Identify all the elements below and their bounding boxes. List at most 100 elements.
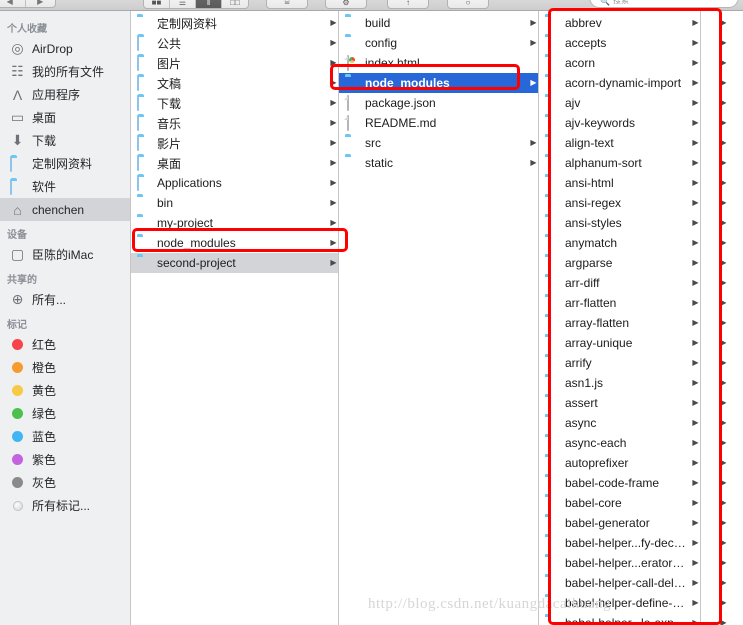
disclosure-triangle-icon[interactable]: ▶ [691,159,700,167]
file-row[interactable]: config ▶ [339,33,538,53]
forward-button[interactable]: ▶ [26,0,56,7]
disclosure-triangle-icon[interactable]: ▶ [691,239,700,247]
disclosure-triangle-icon[interactable]: ▶ [691,559,700,567]
disclosure-triangle-icon[interactable]: ▶ [329,219,338,227]
action-button[interactable]: ⚙ [325,0,367,9]
disclosure-triangle-icon[interactable]: ▶ [691,119,700,127]
sidebar[interactable]: 个人收藏 ◎ AirDrop ☷ 我的所有文件 Λ 应用程序 ▭ 桌面 ⬇ 下载 定制网资料 软件 ⌂ ch… [0,11,131,625]
file-row[interactable]: babel-code-frame ▶ [539,473,700,493]
disclosure-triangle-icon[interactable]: ▶ [691,319,700,327]
file-row[interactable]: ▶ [701,233,743,253]
disclosure-triangle-icon[interactable]: ▶ [529,19,538,27]
disclosure-triangle-icon[interactable]: ▶ [719,199,728,207]
disclosure-triangle-icon[interactable]: ▶ [719,159,728,167]
disclosure-triangle-icon[interactable]: ▶ [691,479,700,487]
file-row[interactable]: array-flatten ▶ [539,313,700,333]
file-row[interactable]: ▶ [701,93,743,113]
disclosure-triangle-icon[interactable]: ▶ [719,79,728,87]
file-row[interactable]: 文稿 ▶ [131,73,338,93]
file-row[interactable]: 音乐 ▶ [131,113,338,133]
file-row[interactable]: ▶ [701,173,743,193]
column-home[interactable]: 定制网资料 ▶ 公共 ▶ 图片 ▶ 文稿 ▶ 下载 ▶ 音乐 ▶ 影片 ▶ 桌面 ▶ Applications ▶… [131,11,339,625]
disclosure-triangle-icon[interactable]: ▶ [719,119,728,127]
search-field[interactable]: 🔍 搜索 [589,0,739,8]
sidebar-item-imac[interactable]: ▢ 臣陈的iMac [0,243,130,266]
disclosure-triangle-icon[interactable]: ▶ [691,539,700,547]
sidebar-item-airdrop[interactable]: ◎ AirDrop [0,37,130,60]
file-row[interactable]: array-unique ▶ [539,333,700,353]
file-row[interactable]: index.html ▶ [339,53,538,73]
file-row[interactable]: acorn ▶ [539,53,700,73]
disclosure-triangle-icon[interactable]: ▶ [529,159,538,167]
search-input[interactable]: 搜索 [613,0,629,6]
disclosure-triangle-icon[interactable]: ▶ [329,239,338,247]
file-row[interactable]: second-project ▶ [131,253,338,273]
disclosure-triangle-icon[interactable]: ▶ [719,39,728,47]
file-row[interactable]: 影片 ▶ [131,133,338,153]
file-row[interactable]: acorn-dynamic-import ▶ [539,73,700,93]
disclosure-triangle-icon[interactable]: ▶ [719,379,728,387]
file-row[interactable]: assert ▶ [539,393,700,413]
disclosure-triangle-icon[interactable]: ▶ [691,579,700,587]
column-node-modules[interactable]: abbrev ▶ accepts ▶ acorn ▶ acorn-dynamic-impor… [539,11,701,625]
disclosure-triangle-icon[interactable]: ▶ [719,579,728,587]
disclosure-triangle-icon[interactable]: ▶ [691,339,700,347]
file-row[interactable]: babel-helper...erator-visitor ▶ [539,553,700,573]
file-row[interactable]: argparse ▶ [539,253,700,273]
sidebar-item-[interactable]: ▭ 桌面 [0,106,130,129]
view-coverflow-button[interactable]: □□ [222,0,248,8]
view-mode-group[interactable]: ■■ ☰ ‖ □□ [143,0,249,9]
file-row[interactable]: static ▶ [339,153,538,173]
disclosure-triangle-icon[interactable]: ▶ [691,99,700,107]
disclosure-triangle-icon[interactable]: ▶ [329,159,338,167]
file-row[interactable]: build ▶ [339,13,538,33]
file-row[interactable]: ajv-keywords ▶ [539,113,700,133]
arrange-button[interactable]: ⌸ [266,0,308,9]
disclosure-triangle-icon[interactable]: ▶ [719,559,728,567]
file-row[interactable]: ▶ [701,433,743,453]
file-row[interactable]: node_modules ▶ [339,73,538,93]
file-row[interactable]: ▶ [701,73,743,93]
disclosure-triangle-icon[interactable]: ▶ [691,519,700,527]
file-row[interactable]: ajv ▶ [539,93,700,113]
disclosure-triangle-icon[interactable]: ▶ [691,139,700,147]
file-row[interactable]: babel-helper...le-expression ▶ [539,613,700,625]
disclosure-triangle-icon[interactable]: ▶ [719,319,728,327]
file-row[interactable]: ▶ [701,53,743,73]
disclosure-triangle-icon[interactable]: ▶ [691,379,700,387]
file-row[interactable]: align-text ▶ [539,133,700,153]
file-row[interactable]: ▶ [701,493,743,513]
sidebar-item-[interactable]: Λ 应用程序 [0,83,130,106]
back-button[interactable]: ◀ [0,0,26,7]
disclosure-triangle-icon[interactable]: ▶ [719,219,728,227]
disclosure-triangle-icon[interactable]: ▶ [691,419,700,427]
disclosure-triangle-icon[interactable]: ▶ [719,479,728,487]
disclosure-triangle-icon[interactable]: ▶ [329,259,338,267]
file-row[interactable]: async ▶ [539,413,700,433]
file-row[interactable]: abbrev ▶ [539,13,700,33]
disclosure-triangle-icon[interactable]: ▶ [329,119,338,127]
file-row[interactable]: ▶ [701,113,743,133]
file-row[interactable]: ▶ [701,293,743,313]
sidebar-item-[interactable]: 紫色 [0,448,130,471]
disclosure-triangle-icon[interactable]: ▶ [691,59,700,67]
file-row[interactable]: ▶ [701,613,743,625]
file-row[interactable]: ▶ [701,513,743,533]
disclosure-triangle-icon[interactable]: ▶ [329,199,338,207]
share-button[interactable]: ↑ [387,0,429,9]
file-row[interactable]: babel-helper...fy-decorators ▶ [539,533,700,553]
file-row[interactable]: ▶ [701,353,743,373]
sidebar-item-[interactable]: 蓝色 [0,425,130,448]
file-row[interactable]: node_modules ▶ [131,233,338,253]
file-row[interactable]: ▶ [701,193,743,213]
file-row[interactable]: ▶ [701,413,743,433]
disclosure-triangle-icon[interactable]: ▶ [691,179,700,187]
disclosure-triangle-icon[interactable]: ▶ [719,459,728,467]
file-row[interactable]: ▶ [701,273,743,293]
file-row[interactable]: ▶ [701,453,743,473]
disclosure-triangle-icon[interactable]: ▶ [719,299,728,307]
file-row[interactable]: ▶ [701,373,743,393]
disclosure-triangle-icon[interactable]: ▶ [719,19,728,27]
file-row[interactable]: Applications ▶ [131,173,338,193]
disclosure-triangle-icon[interactable]: ▶ [691,599,700,607]
